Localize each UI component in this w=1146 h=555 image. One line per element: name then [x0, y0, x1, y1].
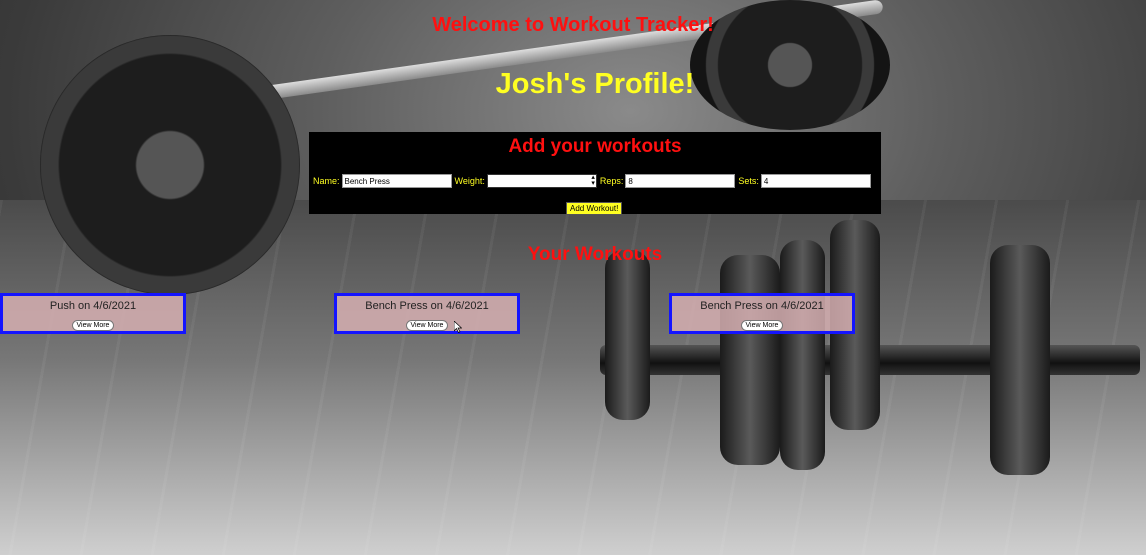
weight-select[interactable]: ▴ ▾	[486, 174, 597, 188]
workout-card-title: Bench Press on 4/6/2021	[700, 300, 824, 312]
mouse-pointer-icon	[454, 321, 462, 333]
sets-input[interactable]	[760, 174, 871, 188]
reps-input[interactable]	[625, 174, 736, 188]
dumbbell-plate	[990, 245, 1050, 475]
view-more-button[interactable]: View More	[405, 320, 449, 331]
view-more-button[interactable]: View More	[740, 320, 784, 331]
form-row: Name: Weight: ▴▾ Reps: Sets:	[313, 174, 874, 188]
view-more-button[interactable]: View More	[71, 320, 115, 331]
your-workouts-heading: Your Workouts	[527, 244, 663, 265]
workout-card: Bench Press on 4/6/2021 View More	[334, 293, 520, 334]
add-workout-button[interactable]: Add Workout!	[566, 202, 623, 215]
chevron-updown-icon: ▴ ▾	[591, 174, 595, 187]
dumbbell-plate	[780, 240, 825, 470]
profile-title: Josh's Profile!	[495, 68, 695, 100]
name-label: Name:	[313, 176, 340, 186]
weight-label: Weight:	[454, 176, 485, 186]
dumbbell-plate	[720, 255, 780, 465]
dumbbell-plate	[605, 250, 650, 420]
workout-card-title: Bench Press on 4/6/2021	[365, 300, 489, 312]
form-title: Add your workouts	[508, 136, 682, 157]
workout-card: Push on 4/6/2021 View More	[0, 293, 186, 334]
workout-card: Bench Press on 4/6/2021 View More	[669, 293, 855, 334]
reps-label: Reps:	[599, 176, 624, 186]
sets-label: Sets:	[738, 176, 759, 186]
name-input[interactable]	[341, 174, 452, 188]
welcome-heading: Welcome to Workout Tracker!	[432, 14, 714, 36]
workout-card-title: Push on 4/6/2021	[49, 300, 137, 312]
add-workout-form: Add your workouts Name: Weight: ▴▾ Reps:…	[309, 132, 881, 215]
